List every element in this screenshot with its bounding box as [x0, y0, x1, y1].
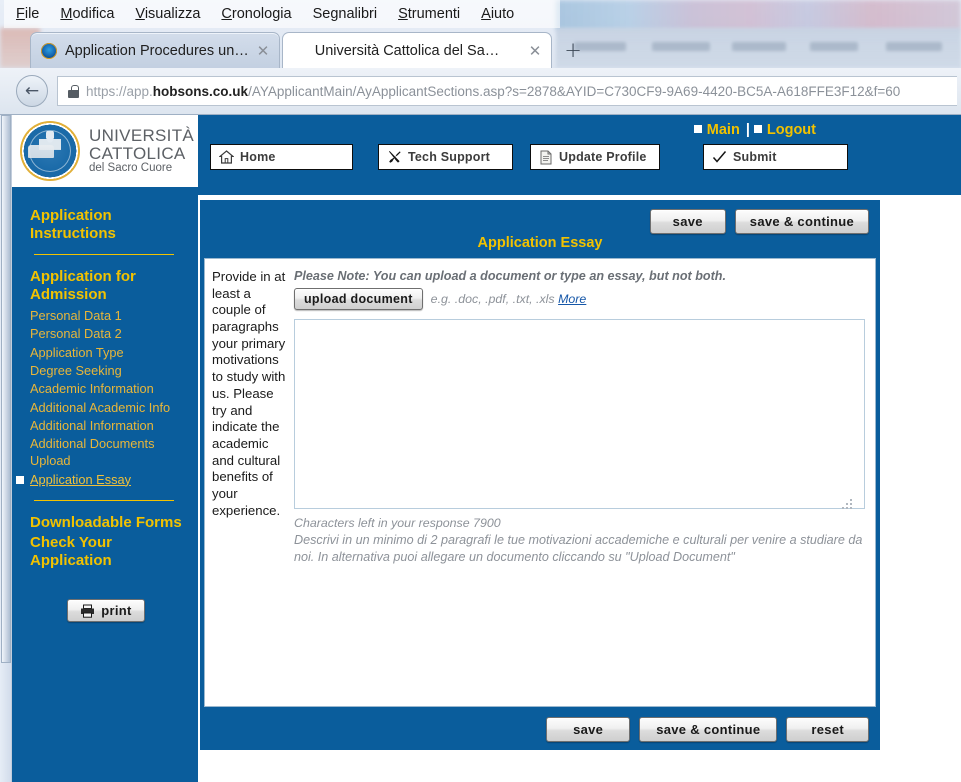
logo-line-1: UNIVERSITÀ	[89, 126, 195, 146]
site-header: UNIVERSITÀ CATTOLICA del Sacro Cuore Mai…	[12, 115, 961, 195]
sidebar-section-downloadable-forms[interactable]: Downloadable Forms	[30, 514, 188, 532]
university-name: UNIVERSITÀ CATTOLICA del Sacro Cuore	[89, 127, 194, 175]
sidebar-item-degree-seeking[interactable]: Degree Seeking	[30, 362, 188, 379]
menu-file[interactable]: File	[16, 6, 39, 22]
header-link-main[interactable]: Main	[707, 122, 740, 138]
nav-button-update-profile[interactable]: Update Profile	[530, 144, 660, 170]
essay-card: Provide in at least a couple of paragrap…	[204, 258, 876, 707]
main-panel: save save & continue Application Essay P…	[200, 200, 880, 750]
browser-window: File Modifica Visualizza Cronologia Segn…	[0, 0, 961, 782]
nav-button-home[interactable]: Home	[210, 144, 353, 170]
main-toolbar: save save & continue Application Essay	[200, 200, 880, 263]
file-types-hint: e.g. .doc, .pdf, .txt, .xls More	[431, 292, 587, 306]
save-button-bottom[interactable]: save	[546, 717, 631, 742]
sidebar-section-check-application[interactable]: Check Your Application	[30, 534, 188, 569]
header-link-separator: |	[745, 122, 750, 138]
sidebar-item-personal-data-2[interactable]: Personal Data 2	[30, 325, 188, 342]
logo-line-3: del Sacro Cuore	[89, 162, 173, 175]
sidebar-item-application-essay[interactable]: Application Essay	[16, 471, 188, 488]
sidebar-item-label: Application Essay	[30, 471, 132, 487]
file-types-text: e.g. .doc, .pdf, .txt, .xls	[430, 292, 555, 306]
header-links: Main | Logout	[693, 122, 816, 138]
url-text: https://app.hobsons.co.uk/AYApplicantMai…	[86, 84, 900, 99]
nav-button-tech-support[interactable]: Tech Support	[378, 144, 513, 170]
tab-title: Università Cattolica del Sa…	[314, 42, 500, 59]
print-button[interactable]: print	[67, 599, 145, 623]
back-icon[interactable]: ←	[16, 75, 48, 107]
printer-icon	[81, 604, 95, 618]
upload-row: upload document e.g. .doc, .pdf, .txt, .…	[294, 288, 865, 310]
menu-strumenti[interactable]: Strumenti	[398, 6, 460, 22]
sidebar: Application Instructions Application for…	[12, 195, 198, 782]
sidebar-divider	[34, 254, 174, 256]
save-continue-button-top[interactable]: save & continue	[734, 209, 869, 234]
bullet-icon	[753, 125, 762, 133]
close-icon[interactable]: ✕	[255, 43, 271, 59]
new-tab-button[interactable]: +	[560, 38, 586, 62]
menu-aiuto[interactable]: Aiuto	[481, 6, 514, 22]
logo-line-2: CATTOLICA	[89, 143, 186, 163]
tab-strip: Application Procedures un… ✕ Università …	[0, 28, 961, 68]
lock-icon	[68, 84, 79, 98]
upload-document-button[interactable]: upload document	[294, 288, 423, 310]
menu-bar: File Modifica Visualizza Cronologia Segn…	[4, 0, 560, 28]
address-bar[interactable]: https://app.hobsons.co.uk/AYApplicantMai…	[57, 76, 957, 106]
page-scrollbar[interactable]	[0, 115, 12, 782]
university-seal-icon	[20, 121, 80, 181]
site-logo[interactable]: UNIVERSITÀ CATTOLICA del Sacro Cuore	[12, 115, 198, 187]
sidebar-divider	[34, 499, 174, 501]
nav-button-label: Tech Support	[408, 150, 491, 164]
nav-button-label: Home	[240, 150, 276, 164]
italian-instruction: Descrivi in un minimo di 2 paragrafi le …	[294, 533, 863, 564]
tab-universita-cattolica[interactable]: Università Cattolica del Sa… ✕	[282, 32, 552, 68]
top-button-group: save save & continue	[649, 209, 869, 234]
sidebar-item-additional-information[interactable]: Additional Information	[30, 417, 188, 434]
tab-title: Application Procedures un…	[65, 42, 249, 59]
print-button-label: print	[101, 603, 132, 619]
page-title: Application Essay	[477, 235, 603, 251]
characters-left: Characters left in your response 7900	[294, 516, 501, 530]
tools-icon	[389, 151, 401, 163]
save-button-top[interactable]: save	[649, 209, 726, 234]
url-scheme: https://app.	[86, 83, 153, 99]
nav-button-label: Submit	[733, 150, 777, 164]
essay-field-label: Provide in at least a couple of paragrap…	[212, 269, 286, 518]
menu-visualizza[interactable]: Visualizza	[135, 6, 200, 22]
header-link-logout[interactable]: Logout	[767, 122, 816, 138]
menu-cronologia[interactable]: Cronologia	[221, 6, 291, 22]
background-artifact	[556, 0, 961, 30]
more-link[interactable]: More	[558, 292, 586, 306]
check-icon	[712, 151, 727, 163]
sidebar-section-instructions[interactable]: Application Instructions	[30, 207, 188, 242]
sidebar-item-personal-data-1[interactable]: Personal Data 1	[30, 307, 188, 324]
sidebar-item-additional-academic-info[interactable]: Additional Academic Info	[30, 399, 188, 416]
menu-modifica[interactable]: Modifica	[60, 6, 114, 22]
sidebar-item-additional-documents-upload[interactable]: Additional Documents Upload	[30, 435, 188, 470]
nav-button-label: Update Profile	[559, 150, 647, 164]
url-path: /AYApplicantMain/AyApplicantSections.asp…	[248, 83, 901, 99]
nav-button-submit[interactable]: Submit	[703, 144, 848, 170]
navigation-toolbar: ← https://app.hobsons.co.uk/AYApplicantM…	[0, 68, 961, 115]
sidebar-item-application-type[interactable]: Application Type	[30, 344, 188, 361]
sidebar-item-academic-information[interactable]: Academic Information	[30, 380, 188, 397]
sidebar-section-admission[interactable]: Application for Admission	[30, 268, 188, 303]
close-icon[interactable]: ✕	[527, 43, 543, 59]
essay-note: Please Note: You can upload a document o…	[294, 269, 726, 283]
menu-segnalibri[interactable]: Segnalibri	[313, 6, 378, 22]
bottom-button-group: save save & continue reset	[200, 717, 869, 742]
url-domain: hobsons.co.uk	[152, 83, 249, 99]
bullet-icon	[693, 125, 702, 133]
active-bullet-icon	[16, 475, 24, 484]
tab-application-procedures[interactable]: Application Procedures un… ✕	[30, 32, 280, 68]
page-content: UNIVERSITÀ CATTOLICA del Sacro Cuore Mai…	[0, 115, 961, 782]
essay-field-column: Please Note: You can upload a document o…	[294, 265, 875, 706]
reset-button[interactable]: reset	[786, 717, 869, 742]
save-continue-button-bottom[interactable]: save & continue	[639, 717, 778, 742]
favicon-icon	[41, 42, 57, 59]
home-icon	[219, 150, 234, 164]
document-icon	[540, 150, 552, 164]
essay-textarea[interactable]	[294, 319, 865, 509]
scrollbar-thumb[interactable]	[1, 115, 11, 663]
